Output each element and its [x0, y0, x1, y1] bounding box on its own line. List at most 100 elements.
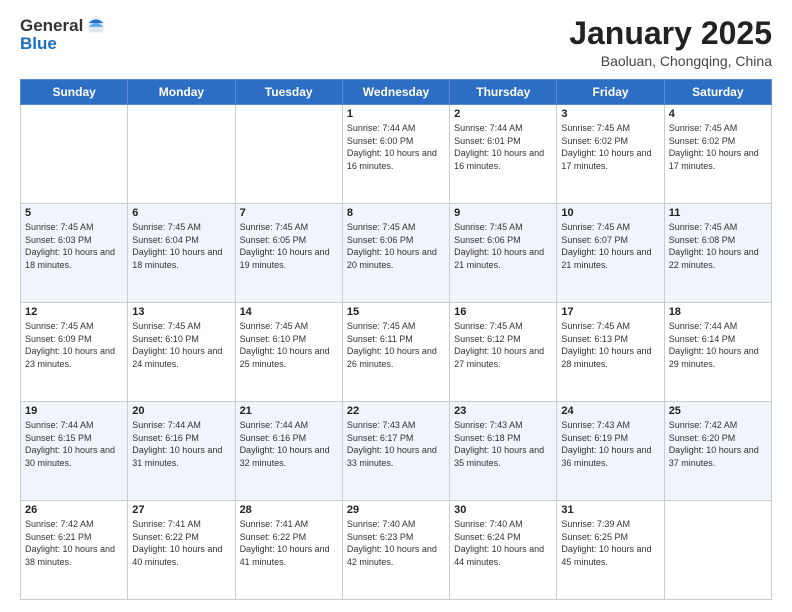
day-cell: 25Sunrise: 7:42 AM Sunset: 6:20 PM Dayli… [664, 402, 771, 501]
day-number: 4 [669, 108, 767, 120]
location: Baoluan, Chongqing, China [569, 53, 772, 69]
day-info: Sunrise: 7:44 AM Sunset: 6:16 PM Dayligh… [240, 419, 338, 469]
day-info: Sunrise: 7:44 AM Sunset: 6:16 PM Dayligh… [132, 419, 230, 469]
day-info: Sunrise: 7:45 AM Sunset: 6:02 PM Dayligh… [561, 122, 659, 172]
day-number: 11 [669, 207, 767, 219]
day-cell: 14 Sunrise: 7:45 AM Sunset: 6:10 PM Dayli… [235, 303, 342, 402]
day-number: 12 [25, 306, 123, 318]
day-number: 31 [561, 504, 659, 516]
day-cell: 8Sunrise: 7:45 AM Sunset: 6:06 PM Daylig… [342, 204, 449, 303]
day-info: Sunrise: 7:44 AM Sunset: 6:00 PM Dayligh… [347, 122, 445, 172]
day-info: Sunrise: 7:40 AM Sunset: 6:24 PM Dayligh… [454, 518, 552, 568]
logo: General Blue [20, 16, 107, 54]
day-number: 14 [240, 306, 338, 318]
day-info: Sunrise: 7:40 AM Sunset: 6:23 PM Dayligh… [347, 518, 445, 568]
day-number: 6 [132, 207, 230, 219]
day-number: 18 [669, 306, 767, 318]
day-cell: 11Sunrise: 7:45 AM Sunset: 6:08 PM Dayli… [664, 204, 771, 303]
day-info: Sunrise: 7:45 AM Sunset: 6:02 PM Dayligh… [669, 122, 767, 172]
day-info: Sunrise: 7:45 AM Sunset: 6:11 PM Dayligh… [347, 320, 445, 370]
day-number: 29 [347, 504, 445, 516]
day-cell: 22 Sunrise: 7:43 AM Sunset: 6:17 PM Dayli… [342, 402, 449, 501]
week-row-2: 5 Sunrise: 7:45 AM Sunset: 6:03 PM Daylig… [21, 204, 772, 303]
day-number: 2 [454, 108, 552, 120]
day-cell: 5 Sunrise: 7:45 AM Sunset: 6:03 PM Daylig… [21, 204, 128, 303]
day-info: Sunrise: 7:45 AM Sunset: 6:06 PM Dayligh… [347, 221, 445, 271]
col-header-friday: Friday [557, 80, 664, 105]
day-cell: 7 Sunrise: 7:45 AM Sunset: 6:05 PM Daylig… [235, 204, 342, 303]
day-number: 22 [347, 405, 445, 417]
day-info: Sunrise: 7:45 AM Sunset: 6:10 PM Dayligh… [240, 320, 338, 370]
days-header-row: SundayMondayTuesdayWednesdayThursdayFrid… [21, 80, 772, 105]
day-number: 17 [561, 306, 659, 318]
logo-general-text: General [20, 16, 83, 36]
day-cell: 31 Sunrise: 7:39 AM Sunset: 6:25 PM Dayli… [557, 501, 664, 600]
day-info: Sunrise: 7:45 AM Sunset: 6:06 PM Dayligh… [454, 221, 552, 271]
day-info: Sunrise: 7:43 AM Sunset: 6:17 PM Dayligh… [347, 419, 445, 469]
day-number: 15 [347, 306, 445, 318]
day-cell: 15 Sunrise: 7:45 AM Sunset: 6:11 PM Dayli… [342, 303, 449, 402]
logo-blue-text: Blue [20, 34, 107, 54]
col-header-tuesday: Tuesday [235, 80, 342, 105]
day-info: Sunrise: 7:42 AM Sunset: 6:21 PM Dayligh… [25, 518, 123, 568]
day-cell: 2 Sunrise: 7:44 AM Sunset: 6:01 PM Daylig… [450, 105, 557, 204]
day-info: Sunrise: 7:45 AM Sunset: 6:03 PM Dayligh… [25, 221, 123, 271]
col-header-wednesday: Wednesday [342, 80, 449, 105]
day-cell [235, 105, 342, 204]
title-block: January 2025 Baoluan, Chongqing, China [569, 16, 772, 69]
day-number: 5 [25, 207, 123, 219]
logo-icon [85, 14, 107, 36]
day-number: 30 [454, 504, 552, 516]
week-row-5: 26 Sunrise: 7:42 AM Sunset: 6:21 PM Dayli… [21, 501, 772, 600]
day-number: 13 [132, 306, 230, 318]
day-cell: 28Sunrise: 7:41 AM Sunset: 6:22 PM Dayli… [235, 501, 342, 600]
day-cell: 4 Sunrise: 7:45 AM Sunset: 6:02 PM Daylig… [664, 105, 771, 204]
day-info: Sunrise: 7:43 AM Sunset: 6:19 PM Dayligh… [561, 419, 659, 469]
day-cell: 23 Sunrise: 7:43 AM Sunset: 6:18 PM Dayli… [450, 402, 557, 501]
col-header-saturday: Saturday [664, 80, 771, 105]
day-info: Sunrise: 7:45 AM Sunset: 6:07 PM Dayligh… [561, 221, 659, 271]
day-cell: 19Sunrise: 7:44 AM Sunset: 6:15 PM Dayli… [21, 402, 128, 501]
day-info: Sunrise: 7:45 AM Sunset: 6:12 PM Dayligh… [454, 320, 552, 370]
day-cell: 6 Sunrise: 7:45 AM Sunset: 6:04 PM Daylig… [128, 204, 235, 303]
day-info: Sunrise: 7:44 AM Sunset: 6:14 PM Dayligh… [669, 320, 767, 370]
day-info: Sunrise: 7:41 AM Sunset: 6:22 PM Dayligh… [132, 518, 230, 568]
day-number: 9 [454, 207, 552, 219]
day-cell: 30 Sunrise: 7:40 AM Sunset: 6:24 PM Dayli… [450, 501, 557, 600]
month-title: January 2025 [569, 16, 772, 51]
header: General Blue January 2025 Baoluan, Chong… [20, 16, 772, 69]
col-header-monday: Monday [128, 80, 235, 105]
day-cell: 13Sunrise: 7:45 AM Sunset: 6:10 PM Dayli… [128, 303, 235, 402]
day-info: Sunrise: 7:41 AM Sunset: 6:22 PM Dayligh… [240, 518, 338, 568]
day-cell: 18 Sunrise: 7:44 AM Sunset: 6:14 PM Dayli… [664, 303, 771, 402]
day-info: Sunrise: 7:45 AM Sunset: 6:09 PM Dayligh… [25, 320, 123, 370]
day-number: 27 [132, 504, 230, 516]
day-number: 26 [25, 504, 123, 516]
day-cell: 9 Sunrise: 7:45 AM Sunset: 6:06 PM Daylig… [450, 204, 557, 303]
day-number: 7 [240, 207, 338, 219]
day-info: Sunrise: 7:44 AM Sunset: 6:01 PM Dayligh… [454, 122, 552, 172]
week-row-1: 1Sunrise: 7:44 AM Sunset: 6:00 PM Daylig… [21, 105, 772, 204]
day-info: Sunrise: 7:43 AM Sunset: 6:18 PM Dayligh… [454, 419, 552, 469]
day-cell: 1Sunrise: 7:44 AM Sunset: 6:00 PM Daylig… [342, 105, 449, 204]
day-info: Sunrise: 7:39 AM Sunset: 6:25 PM Dayligh… [561, 518, 659, 568]
day-number: 19 [25, 405, 123, 417]
day-cell: 3Sunrise: 7:45 AM Sunset: 6:02 PM Daylig… [557, 105, 664, 204]
page: General Blue January 2025 Baoluan, Chong… [0, 0, 792, 612]
day-info: Sunrise: 7:45 AM Sunset: 6:05 PM Dayligh… [240, 221, 338, 271]
day-number: 24 [561, 405, 659, 417]
day-info: Sunrise: 7:45 AM Sunset: 6:13 PM Dayligh… [561, 320, 659, 370]
day-number: 25 [669, 405, 767, 417]
day-cell: 29 Sunrise: 7:40 AM Sunset: 6:23 PM Dayli… [342, 501, 449, 600]
day-info: Sunrise: 7:45 AM Sunset: 6:04 PM Dayligh… [132, 221, 230, 271]
day-number: 23 [454, 405, 552, 417]
day-cell [21, 105, 128, 204]
day-cell [128, 105, 235, 204]
day-number: 16 [454, 306, 552, 318]
day-number: 21 [240, 405, 338, 417]
col-header-sunday: Sunday [21, 80, 128, 105]
day-cell [664, 501, 771, 600]
calendar-table: SundayMondayTuesdayWednesdayThursdayFrid… [20, 79, 772, 600]
day-cell: 16 Sunrise: 7:45 AM Sunset: 6:12 PM Dayli… [450, 303, 557, 402]
col-header-thursday: Thursday [450, 80, 557, 105]
